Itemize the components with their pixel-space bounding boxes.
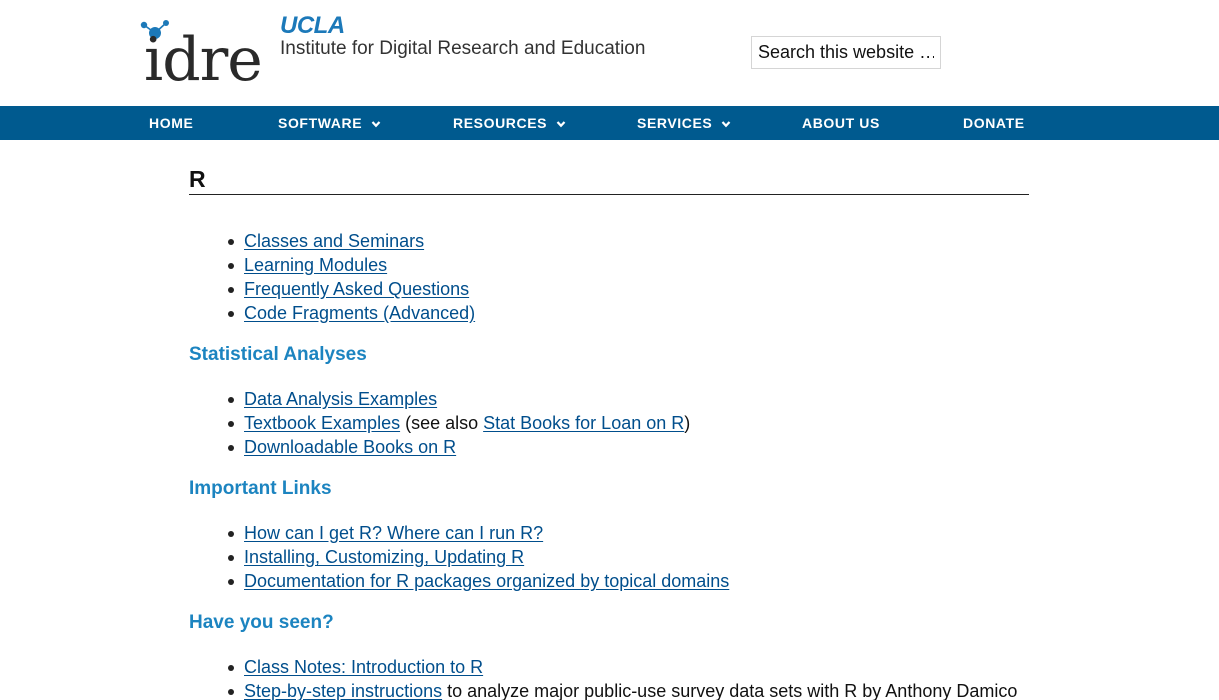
nav-home[interactable]: HOME	[149, 106, 193, 140]
bullet	[228, 421, 234, 427]
see-also-text: (see also	[400, 413, 484, 433]
logo-wordmark: idre	[144, 25, 263, 95]
idre-logo[interactable]: idre	[140, 18, 272, 90]
bullet	[228, 555, 234, 561]
link-faq[interactable]: Frequently Asked Questions	[244, 279, 469, 299]
bullet	[228, 263, 234, 269]
nav-home-label: HOME	[149, 115, 194, 131]
stat-links-list: Data Analysis Examples Textbook Examples…	[189, 387, 1029, 459]
nav-services[interactable]: SERVICES	[637, 106, 731, 140]
list-item: Installing, Customizing, Updating R	[189, 545, 1029, 569]
heading-statistical-analyses: Statistical Analyses	[189, 344, 367, 365]
chevron-down-icon	[721, 121, 731, 128]
close-paren-text: )	[684, 413, 691, 433]
bullet	[228, 445, 234, 451]
link-learning-modules[interactable]: Learning Modules	[244, 255, 387, 275]
nav-about-us-label: ABOUT US	[802, 115, 880, 131]
link-installing-r[interactable]: Installing, Customizing, Updating R	[244, 547, 524, 567]
list-item: Textbook Examples (see also Stat Books f…	[189, 411, 1029, 435]
link-stat-books-loan[interactable]: Stat Books for Loan on R	[483, 413, 684, 433]
list-item: Classes and Seminars	[189, 229, 1029, 253]
list-item: Data Analysis Examples	[189, 387, 1029, 411]
chevron-down-icon	[556, 121, 565, 128]
bullet	[228, 531, 234, 537]
list-item: Class Notes: Introduction to R	[189, 655, 1029, 679]
list-item: Learning Modules	[189, 253, 1029, 277]
link-downloadable-books[interactable]: Downloadable Books on R	[244, 437, 456, 457]
nav-about-us[interactable]: ABOUT US	[802, 106, 880, 140]
link-class-notes[interactable]: Class Notes: Introduction to R	[244, 657, 483, 677]
link-step-by-step[interactable]: Step-by-step instructions	[244, 681, 442, 700]
brand-ucla[interactable]: UCLA	[280, 12, 345, 40]
link-get-r[interactable]: How can I get R? Where can I run R?	[244, 523, 543, 543]
bullet	[228, 287, 234, 293]
bullet	[228, 689, 234, 695]
nav-resources[interactable]: RESOURCES	[453, 106, 566, 140]
bullet	[228, 397, 234, 403]
nav-software-label: SOFTWARE	[278, 115, 363, 131]
main-content: R Classes and Seminars Learning Modules …	[189, 160, 1029, 700]
bullet	[228, 311, 234, 317]
list-item: Code Fragments (Advanced)	[189, 301, 1029, 325]
list-item: How can I get R? Where can I run R?	[189, 521, 1029, 545]
heading-important-links: Important Links	[189, 478, 332, 499]
step-description-text: to analyze major public-use survey data …	[442, 681, 1018, 700]
nav-resources-label: RESOURCES	[453, 115, 548, 131]
list-item: Downloadable Books on R	[189, 435, 1029, 459]
nav-donate-label: DONATE	[963, 115, 1025, 131]
top-links-list: Classes and Seminars Learning Modules Fr…	[189, 229, 1029, 325]
link-r-packages-docs[interactable]: Documentation for R packages organized b…	[244, 571, 729, 591]
page-title: R	[189, 160, 1029, 195]
site-header: idre UCLA Institute for Digital Research…	[0, 0, 1219, 106]
link-code-fragments[interactable]: Code Fragments (Advanced)	[244, 303, 475, 323]
heading-have-you-seen: Have you seen?	[189, 612, 334, 633]
bullet	[228, 665, 234, 671]
bullet	[228, 579, 234, 585]
bullet	[228, 239, 234, 245]
link-classes-seminars[interactable]: Classes and Seminars	[244, 231, 424, 251]
link-data-analysis-examples[interactable]: Data Analysis Examples	[244, 389, 437, 409]
list-item: Frequently Asked Questions	[189, 277, 1029, 301]
nav-services-label: SERVICES	[637, 115, 713, 131]
chevron-down-icon	[371, 121, 380, 128]
list-item: Step-by-step instructions to analyze maj…	[189, 679, 1029, 700]
brand-institute-name[interactable]: Institute for Digital Research and Educa…	[280, 38, 645, 60]
main-nav: HOME SOFTWARE RESOURCES SERVICES ABOUT U…	[0, 106, 1219, 140]
important-links-list: How can I get R? Where can I run R? Inst…	[189, 521, 1029, 593]
search-input[interactable]	[751, 36, 941, 69]
nav-software[interactable]: SOFTWARE	[278, 106, 381, 140]
link-textbook-examples[interactable]: Textbook Examples	[244, 413, 400, 433]
seen-links-list: Class Notes: Introduction to R Step-by-s…	[189, 655, 1029, 700]
list-item: Documentation for R packages organized b…	[189, 569, 1029, 593]
nav-donate[interactable]: DONATE	[963, 106, 1025, 140]
